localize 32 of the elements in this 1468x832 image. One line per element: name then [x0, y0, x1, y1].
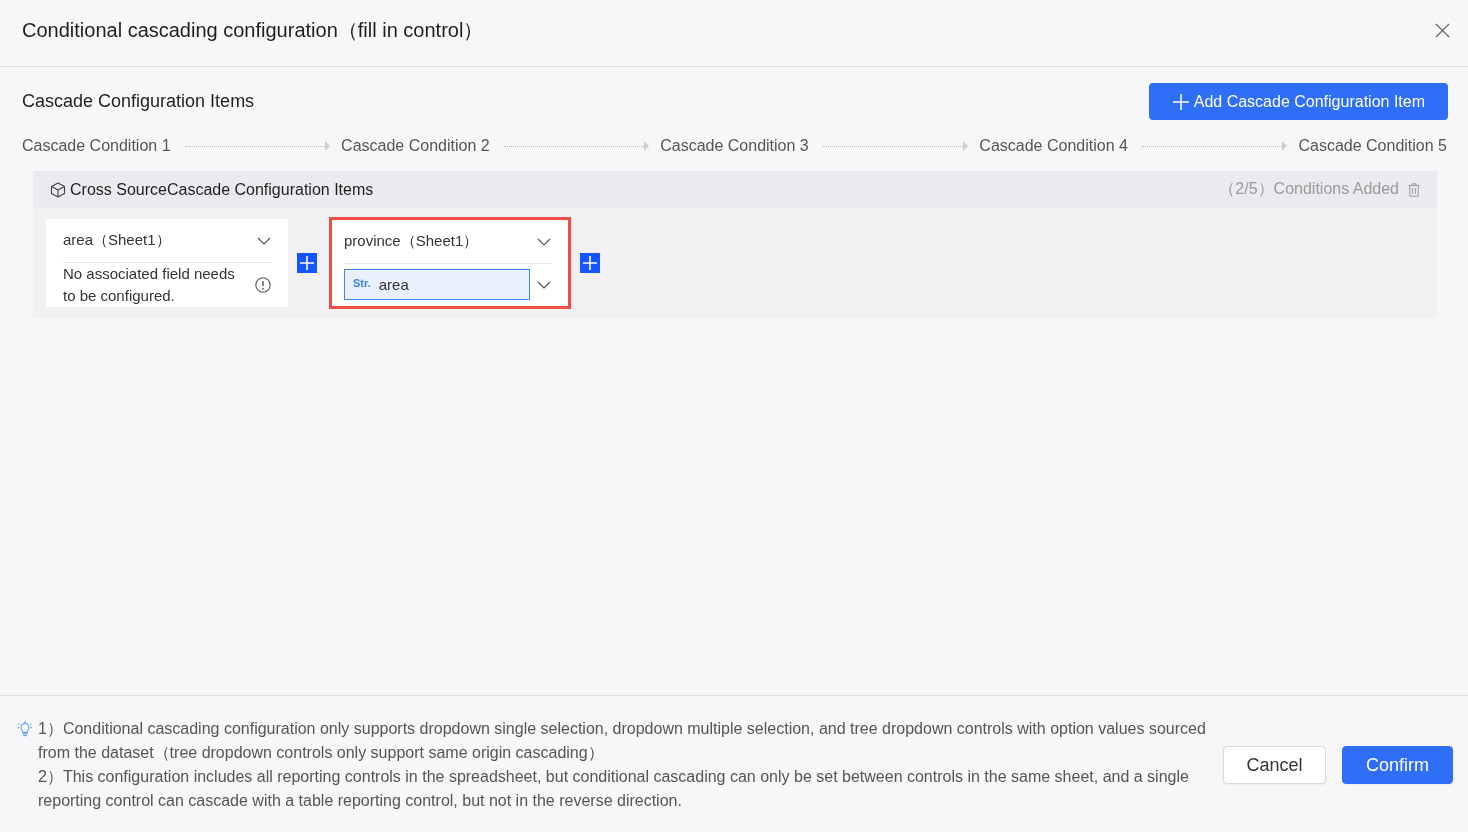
- step-label: Cascade Condition 1: [22, 137, 171, 155]
- chevron-down-icon: [257, 236, 271, 245]
- add-condition-button[interactable]: [580, 253, 600, 273]
- control-select[interactable]: province（Sheet1）: [344, 220, 551, 264]
- control-select[interactable]: area（Sheet1）: [63, 219, 271, 263]
- tip-text: 2）This configuration includes all reporting controls in the spreadsheet, but conditional cascading can only be set between controls in the same sheet, and a single reporting control can cascade with a table reporting control, but not in the reverse direction.: [38, 767, 1190, 811]
- step-label: Cascade Condition 4: [979, 137, 1128, 155]
- type-tag: Str.: [353, 276, 371, 289]
- cube-icon: [50, 181, 66, 198]
- info-icon: [255, 277, 271, 293]
- chevron-down-icon[interactable]: [537, 280, 551, 289]
- note-text: No associated field needs to be configured.: [63, 264, 236, 306]
- step-label: Cascade Condition 5: [1298, 137, 1447, 155]
- add-condition-button[interactable]: [297, 253, 317, 273]
- conditions-count: （2/5）Conditions Added: [1219, 179, 1399, 199]
- plus-icon: [300, 256, 314, 270]
- group-title: Cross SourceCascade Configuration Items: [70, 180, 374, 199]
- add-cascade-button[interactable]: Add Cascade Configuration Item: [1148, 83, 1448, 120]
- outline-button[interactable]: Cancel: [1223, 746, 1326, 784]
- dialog-title: Conditional cascading configuration（fill in control）: [22, 17, 484, 43]
- section-title: Cascade Configuration Items: [22, 91, 255, 112]
- trash-icon[interactable]: [1408, 182, 1420, 197]
- tip-text: 1）Conditional cascading configuration only supports dropdown single selection, dropdown multiple selection, and tree dropdown controls with option values sourced from the dataset（tree dropdown controls only support same origin cascading）: [38, 719, 1207, 763]
- step-label: Cascade Condition 2: [341, 137, 490, 155]
- field-select[interactable]: Str. area: [344, 269, 530, 300]
- close-icon[interactable]: [1435, 22, 1450, 38]
- lightbulb-icon: [18, 721, 32, 737]
- plus-icon: [583, 256, 597, 270]
- chevron-down-icon: [537, 237, 551, 246]
- plus-icon: [1172, 93, 1189, 110]
- step-label: Cascade Condition 3: [660, 137, 809, 155]
- primary-button[interactable]: Confirm: [1342, 746, 1453, 784]
